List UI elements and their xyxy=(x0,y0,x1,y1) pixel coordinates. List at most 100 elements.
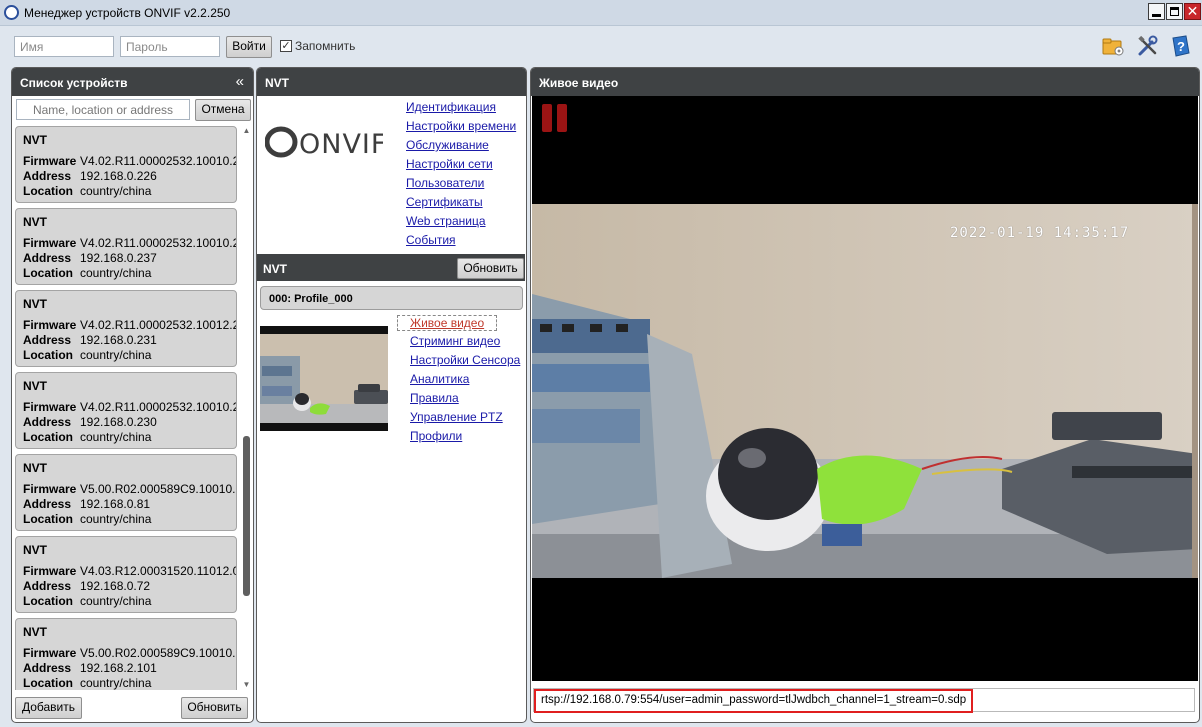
device-location: country/china xyxy=(80,266,152,280)
device-card[interactable]: NVT Firmware V4.03.R12.00031520.11012.04 … xyxy=(15,536,237,613)
scroll-up-icon[interactable]: ▲ xyxy=(242,126,251,136)
scroll-down-icon[interactable]: ▼ xyxy=(242,680,251,690)
profile-menu-ptz-control[interactable]: Управление PTZ xyxy=(410,410,503,424)
device-firmware: V4.02.R11.00002532.10012.23 xyxy=(80,318,237,332)
profile-item[interactable]: 000: Profile_000 xyxy=(260,286,523,310)
nvt-header: NVT xyxy=(257,68,526,96)
device-list-title: Список устройств xyxy=(20,76,128,90)
profile-menu-analytics[interactable]: Аналитика xyxy=(410,372,469,386)
password-input[interactable] xyxy=(120,36,220,57)
video-player[interactable]: 2022-01-19 14:35:17 xyxy=(532,96,1198,681)
device-address: 192.168.0.237 xyxy=(80,251,157,265)
menu-users[interactable]: Пользователи xyxy=(406,176,484,190)
refresh-profiles-button[interactable]: Обновить xyxy=(457,258,524,279)
device-location: country/china xyxy=(80,594,152,608)
device-card[interactable]: NVT Firmware V5.00.R02.000589C9.10010.04 … xyxy=(15,454,237,531)
menu-web-page[interactable]: Web страница xyxy=(406,214,486,228)
help-icon[interactable]: ? xyxy=(1170,35,1192,57)
menu-identification[interactable]: Идентификация xyxy=(406,100,496,114)
address-label: Address xyxy=(23,497,72,511)
video-timestamp: 2022-01-19 14:35:17 xyxy=(950,225,1130,241)
device-list-header: Список устройств « xyxy=(12,68,253,96)
menu-maintenance[interactable]: Обслуживание xyxy=(406,138,489,152)
maximize-icon xyxy=(1170,7,1179,16)
device-address: 192.168.0.226 xyxy=(80,169,157,183)
nvt-subtitle: NVT xyxy=(263,262,287,276)
login-button[interactable]: Войти xyxy=(226,36,272,58)
device-card[interactable]: NVT Firmware V4.02.R11.00002532.10010.24 … xyxy=(15,372,237,449)
minimize-icon xyxy=(1152,14,1161,17)
close-icon: ✕ xyxy=(1186,3,1199,19)
menu-events[interactable]: События xyxy=(406,233,456,247)
close-button[interactable]: ✕ xyxy=(1184,3,1201,20)
device-name: NVT xyxy=(23,133,47,147)
onvif-logo: ONVIF xyxy=(265,126,383,158)
firmware-label: Firmware xyxy=(23,400,77,414)
location-label: Location xyxy=(23,348,73,362)
device-list-panel: Список устройств « Отмена NVT FirmwareV4… xyxy=(11,67,254,723)
device-address: 192.168.0.72 xyxy=(80,579,151,593)
profile-thumbnail[interactable] xyxy=(260,326,388,431)
refresh-devices-button[interactable]: Обновить xyxy=(181,697,248,719)
device-address: 192.168.2.101 xyxy=(80,661,157,675)
maximize-button[interactable] xyxy=(1166,3,1183,20)
collapse-icon[interactable]: « xyxy=(236,73,244,90)
profile-menu-video-streaming[interactable]: Стриминг видео xyxy=(410,334,500,348)
stream-url-field[interactable]: rtsp://192.168.0.79:554/user=admin_passw… xyxy=(533,688,1195,713)
device-list-scrollbar[interactable]: ▲ ▼ xyxy=(242,126,251,690)
menu-certificates[interactable]: Сертификаты xyxy=(406,195,483,209)
device-list: NVT Firmware V4.02.R11.00002532.10010.24 … xyxy=(15,126,240,690)
address-label: Address xyxy=(23,579,72,593)
device-name: NVT xyxy=(23,215,47,229)
device-card[interactable]: NVT Firmware V5.00.R02.000589C9.10010.04 … xyxy=(15,618,237,690)
firmware-label: Firmware xyxy=(23,564,77,578)
profile-menu-profiles[interactable]: Профили xyxy=(410,429,462,443)
live-video-panel: Живое видео 2022-01-19 14:35:17 rtsp://1… xyxy=(530,67,1200,723)
location-label: Location xyxy=(23,512,73,526)
device-card[interactable]: NVT Firmware V4.02.R11.00002532.10010.24 … xyxy=(15,126,237,203)
nvt-title: NVT xyxy=(265,76,289,90)
menu-time-settings[interactable]: Настройки времени xyxy=(406,119,516,133)
onvif-logo-text: ONVIF xyxy=(299,129,383,158)
app-icon xyxy=(4,5,19,20)
cancel-button[interactable]: Отмена xyxy=(195,99,251,121)
device-search-input[interactable] xyxy=(16,99,190,120)
remember-checkbox[interactable]: ✓ Запомнить xyxy=(280,39,355,53)
address-label: Address xyxy=(23,169,72,183)
location-label: Location xyxy=(23,430,73,444)
profile-menu-live-video[interactable]: Живое видео xyxy=(397,315,498,331)
username-input[interactable] xyxy=(14,36,114,57)
add-device-button[interactable]: Добавить xyxy=(15,697,82,719)
firmware-label: Firmware xyxy=(23,154,77,168)
firmware-label: Firmware xyxy=(23,646,77,660)
minimize-button[interactable] xyxy=(1148,3,1165,20)
tools-icon[interactable] xyxy=(1137,35,1159,57)
pause-icon[interactable] xyxy=(542,104,567,132)
device-card[interactable]: NVT Firmware V4.02.R11.00002532.10010.24 … xyxy=(15,208,237,285)
remember-label: Запомнить xyxy=(295,39,356,53)
profile-menu-rules[interactable]: Правила xyxy=(410,391,459,405)
firmware-label: Firmware xyxy=(23,318,77,332)
address-label: Address xyxy=(23,415,72,429)
title-bar: Менеджер устройств ONVIF v2.2.250 ✕ xyxy=(0,0,1202,26)
device-location: country/china xyxy=(80,676,152,690)
device-firmware: V4.02.R11.00002532.10010.24 xyxy=(80,400,237,414)
video-frame: 2022-01-19 14:35:17 xyxy=(532,204,1198,578)
address-label: Address xyxy=(23,661,72,675)
profile-menu-sensor-settings[interactable]: Настройки Сенсора xyxy=(410,353,520,367)
device-card[interactable]: NVT Firmware V4.02.R11.00002532.10012.23 … xyxy=(15,290,237,367)
device-address: 192.168.0.231 xyxy=(80,333,157,347)
folder-icon[interactable] xyxy=(1102,35,1124,57)
device-firmware: V4.02.R11.00002532.10010.24 xyxy=(80,154,237,168)
firmware-label: Firmware xyxy=(23,236,77,250)
location-label: Location xyxy=(23,266,73,280)
scrollbar-thumb[interactable] xyxy=(243,436,250,596)
live-video-title: Живое видео xyxy=(539,76,619,90)
device-name: NVT xyxy=(23,461,47,475)
window-title: Менеджер устройств ONVIF v2.2.250 xyxy=(24,6,231,20)
device-location: country/china xyxy=(80,430,152,444)
device-firmware: V4.03.R12.00031520.11012.04 xyxy=(80,564,237,578)
menu-network-settings[interactable]: Настройки сети xyxy=(406,157,493,171)
device-name: NVT xyxy=(23,297,47,311)
device-name: NVT xyxy=(23,543,47,557)
